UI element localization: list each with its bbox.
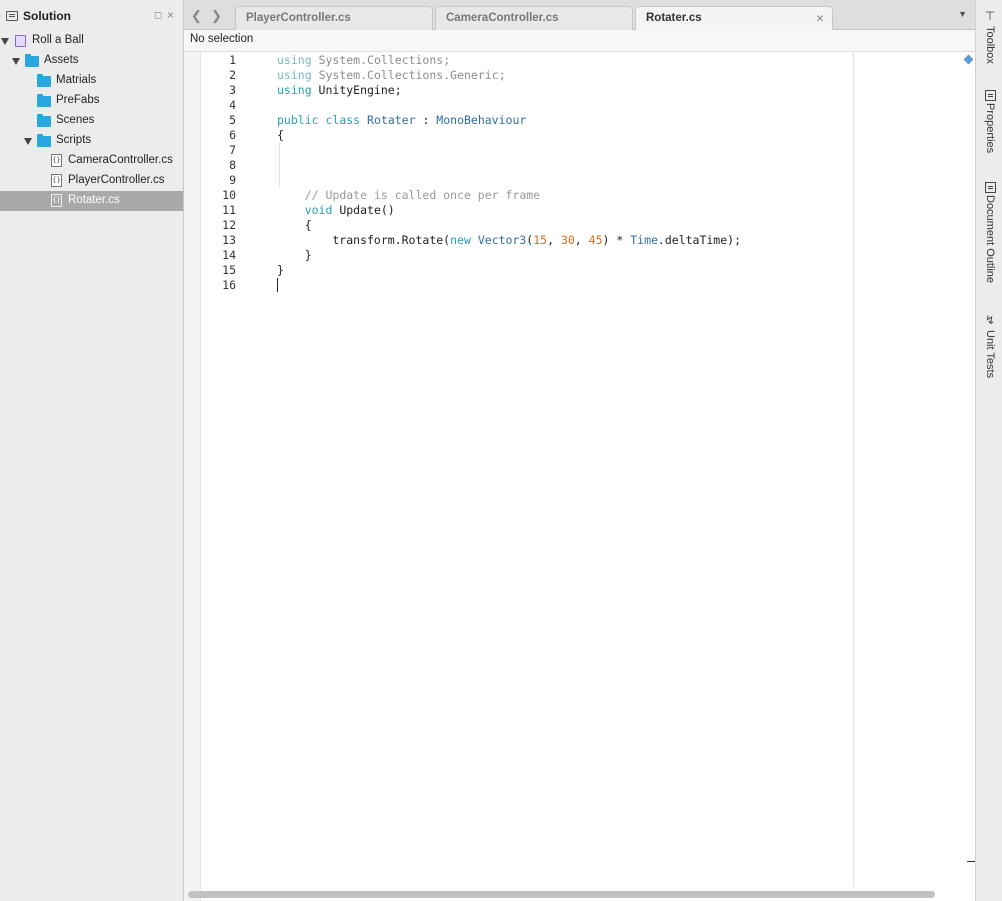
- minimize-pad-icon[interactable]: ◻: [154, 10, 162, 21]
- csharp-file-icon: {}: [51, 194, 62, 207]
- tree-item-label: CameraController.cs: [68, 154, 173, 166]
- line-number: 7: [229, 143, 236, 157]
- folder-icon: [37, 134, 51, 147]
- line-number: 9: [229, 173, 236, 187]
- right-dock: ⊤ Toolbox Properties Document Outline ↯ …: [975, 0, 1002, 901]
- tab-playercontroller[interactable]: PlayerController.cs: [235, 6, 433, 30]
- code-line[interactable]: {: [277, 128, 284, 143]
- line-number: 2: [229, 68, 236, 82]
- code-line[interactable]: using System.Collections;: [277, 53, 450, 68]
- code-line[interactable]: void Update(): [277, 203, 395, 218]
- dock-unit-tests[interactable]: ↯ Unit Tests: [980, 312, 1000, 378]
- line-number: 13: [222, 233, 236, 247]
- breadcrumb[interactable]: No selection: [184, 30, 975, 52]
- code-line[interactable]: // Update is called once per frame: [277, 188, 540, 203]
- editor-tab-bar: ❮ ❯ PlayerController.cs CameraController…: [184, 0, 975, 30]
- line-number: 12: [222, 218, 236, 232]
- tree-item-label: PlayerController.cs: [68, 174, 165, 186]
- tree-item-assets[interactable]: Assets: [0, 51, 183, 71]
- dock-label: Properties: [984, 103, 996, 154]
- back-arrow-icon[interactable]: ❮: [191, 8, 202, 24]
- project-icon: [15, 35, 26, 47]
- tree-item-label: PreFabs: [56, 94, 100, 106]
- dock-document-outline[interactable]: Document Outline: [980, 180, 1000, 283]
- bookmark-diamond-icon[interactable]: [963, 54, 974, 65]
- tree-item-scenes[interactable]: Scenes: [0, 111, 183, 131]
- line-number: 8: [229, 158, 236, 172]
- unit-tests-icon: ↯: [984, 313, 996, 327]
- code-line[interactable]: public class Rotater : MonoBehaviour: [277, 113, 526, 128]
- tree-item-scripts[interactable]: Scripts: [0, 131, 183, 151]
- tree-item-label: Matrials: [56, 74, 97, 86]
- expand-arrow-icon[interactable]: [1, 38, 9, 45]
- properties-icon: [984, 90, 996, 101]
- dock-label: Toolbox: [984, 26, 996, 64]
- overview-ruler-tick: [967, 861, 975, 862]
- tab-overflow-chevron-icon[interactable]: ▼: [958, 9, 967, 19]
- tree-item-cameracontroller[interactable]: {} CameraController.cs: [0, 151, 183, 171]
- expand-arrow-icon[interactable]: [12, 58, 20, 65]
- tree-item-label: Assets: [44, 54, 79, 66]
- code-line[interactable]: {: [277, 218, 312, 233]
- tree-item-matrials[interactable]: Matrials: [0, 71, 183, 91]
- line-number: 4: [229, 98, 236, 112]
- tab-rotater[interactable]: Rotater.cs ×: [635, 6, 833, 30]
- tree-item-prefabs[interactable]: PreFabs: [0, 91, 183, 111]
- folder-icon: [25, 54, 39, 67]
- tab-label: CameraController.cs: [446, 12, 559, 24]
- line-number: 3: [229, 83, 236, 97]
- code-line[interactable]: transform.Rotate(new Vector3(15, 30, 45)…: [277, 233, 741, 248]
- dock-toolbox[interactable]: ⊤ Toolbox: [980, 8, 1000, 64]
- forward-arrow-icon[interactable]: ❯: [211, 8, 222, 24]
- line-number: 11: [222, 203, 236, 217]
- dock-label: Document Outline: [984, 195, 996, 284]
- tab-cameracontroller[interactable]: CameraController.cs: [435, 6, 633, 30]
- text-caret: [277, 278, 278, 292]
- code-line[interactable]: using System.Collections.Generic;: [277, 68, 506, 83]
- code-line[interactable]: using UnityEngine;: [277, 83, 402, 98]
- horizontal-scrollbar[interactable]: [188, 891, 935, 898]
- line-number: 5: [229, 113, 236, 127]
- line-number: 6: [229, 128, 236, 142]
- line-number: 14: [222, 248, 236, 262]
- indent-guide: [279, 143, 280, 188]
- line-number: 16: [222, 278, 236, 292]
- tab-label: Rotater.cs: [646, 12, 702, 24]
- folder-icon: [37, 74, 51, 87]
- code-line[interactable]: }: [277, 248, 312, 263]
- dock-properties[interactable]: Properties: [980, 88, 1000, 153]
- solution-pad: Solution ◻ × Roll a Ball Assets Matrials…: [0, 0, 184, 901]
- solution-header: Solution ◻ ×: [0, 0, 183, 32]
- line-number: 10: [222, 188, 236, 202]
- close-tab-icon[interactable]: ×: [816, 10, 824, 26]
- solution-icon: [6, 11, 18, 21]
- tree-item-project[interactable]: Roll a Ball: [0, 31, 183, 51]
- folder-icon: [37, 94, 51, 107]
- tab-label: PlayerController.cs: [246, 12, 351, 24]
- csharp-file-icon: {}: [51, 154, 62, 167]
- csharp-file-icon: {}: [51, 174, 62, 187]
- tree-item-label: Scenes: [56, 114, 95, 126]
- tree-item-label: Rotater.cs: [68, 194, 120, 206]
- expand-arrow-icon[interactable]: [24, 138, 32, 145]
- dock-label: Unit Tests: [984, 330, 996, 379]
- close-pad-icon[interactable]: ×: [167, 8, 174, 22]
- code-line[interactable]: }: [277, 263, 284, 278]
- tree-item-label: Scripts: [56, 134, 92, 146]
- toolbox-icon: ⊤: [984, 9, 996, 23]
- line-number: 1: [229, 53, 236, 67]
- tree-item-playercontroller[interactable]: {} PlayerController.cs: [0, 171, 183, 191]
- tree-item-rotater[interactable]: {} Rotater.cs: [0, 191, 183, 211]
- line-number: 15: [222, 263, 236, 277]
- tree-item-label: Roll a Ball: [32, 34, 84, 46]
- right-margin-guide: [853, 52, 854, 887]
- document-outline-icon: [984, 182, 996, 193]
- folder-icon: [37, 114, 51, 127]
- code-editor[interactable]: 1 2 3 4 5 6 7 8 9 10 11 12 13 14 15 16 u…: [184, 52, 975, 901]
- solution-title: Solution: [23, 9, 71, 23]
